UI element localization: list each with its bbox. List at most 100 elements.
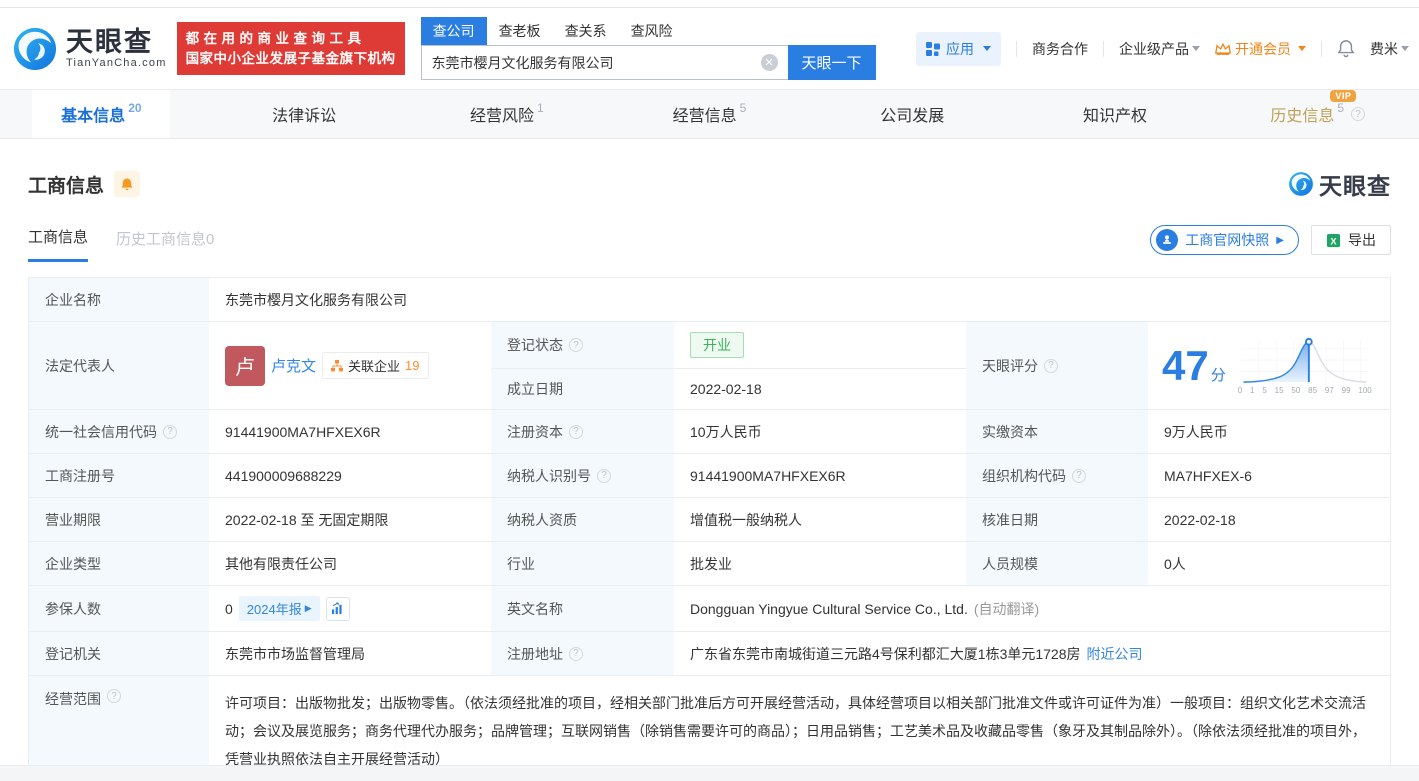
help-icon[interactable] xyxy=(1072,469,1086,483)
notification-bell-icon[interactable] xyxy=(1337,39,1355,58)
official-snapshot-button[interactable]: 工商官网快照 ▶ xyxy=(1150,225,1299,255)
related-companies-badge[interactable]: 关联企业 19 xyxy=(322,352,428,379)
subtab-history-business-info[interactable]: 历史工商信息0 xyxy=(116,228,214,261)
tab-company-development-inner: 公司发展 xyxy=(862,90,962,138)
nav-user-menu[interactable]: 费米 xyxy=(1370,39,1409,59)
help-icon[interactable] xyxy=(1351,107,1365,121)
reg-number-value: 441900009688229 xyxy=(209,454,491,497)
tab-operating-info[interactable]: 经营信息 5 xyxy=(608,90,811,138)
credit-code-label: 统一社会信用代码 xyxy=(29,410,209,453)
search-button[interactable]: 天眼一下 xyxy=(788,45,876,80)
tab-legal[interactable]: 法律诉讼 xyxy=(203,90,406,138)
table-row: 工商注册号 441900009688229 纳税人识别号 91441900MA7… xyxy=(29,454,1390,498)
tab-operating-risk-inner: 经营风险 1 xyxy=(452,90,562,138)
tick: 5 xyxy=(1262,386,1266,395)
tab-basic-info[interactable]: 基本信息 20 xyxy=(0,90,203,138)
tab-label: 经营信息 xyxy=(673,102,737,126)
search-input[interactable] xyxy=(421,45,788,80)
site-logo[interactable]: 天眼查 TianYanCha.com xyxy=(12,26,167,72)
search-tab-relation[interactable]: 查关系 xyxy=(553,17,619,45)
reg-capital-label: 注册资本 xyxy=(491,410,674,453)
nav-open-vip[interactable]: 开通会员 xyxy=(1215,39,1306,59)
score-value: 47分 xyxy=(1148,322,1390,409)
help-icon[interactable] xyxy=(569,338,583,352)
export-button[interactable]: X 导出 xyxy=(1311,225,1391,255)
tick: 15 xyxy=(1275,386,1284,395)
help-icon[interactable] xyxy=(569,425,583,439)
apps-menu[interactable]: 应用 xyxy=(916,32,1001,66)
help-icon[interactable] xyxy=(597,469,611,483)
help-icon[interactable] xyxy=(107,689,121,703)
credit-code-label-text: 统一社会信用代码 xyxy=(45,422,157,442)
industry-value: 批发业 xyxy=(674,542,966,585)
official-snapshot-label: 工商官网快照 xyxy=(1185,230,1269,250)
english-name-text: Dongguan Yingyue Cultural Service Co., L… xyxy=(690,601,968,617)
tab-history-info[interactable]: 历史信息 VIP 5 xyxy=(1216,90,1419,138)
org-code-label-text: 组织机构代码 xyxy=(982,466,1066,486)
tab-history-info-inner: 历史信息 VIP 5 xyxy=(1252,90,1383,138)
nearby-companies-link[interactable]: 附近公司 xyxy=(1087,644,1143,664)
nav-cooperation[interactable]: 商务合作 xyxy=(1032,39,1088,59)
company-type-label: 企业类型 xyxy=(29,542,209,585)
tab-operating-risk[interactable]: 经营风险 1 xyxy=(405,90,608,138)
score-curve xyxy=(1236,336,1374,386)
nav-enterprise[interactable]: 企业级产品 xyxy=(1119,39,1200,59)
industry-label: 行业 xyxy=(491,542,674,585)
clear-search-icon[interactable] xyxy=(761,54,778,71)
tick: 0 xyxy=(1238,386,1242,395)
tab-intellectual-property[interactable]: 知识产权 xyxy=(1014,90,1217,138)
help-icon[interactable] xyxy=(569,647,583,661)
paid-capital-value: 9万人民币 xyxy=(1148,410,1390,453)
legal-rep-label: 法定代表人 xyxy=(29,322,209,409)
legal-rep-avatar[interactable]: 卢 xyxy=(225,346,265,386)
reg-status-label-text: 登记状态 xyxy=(507,335,563,355)
promo-line1: 都在用的商业查询工具 xyxy=(186,29,396,49)
tab-operating-info-inner: 经营信息 5 xyxy=(655,90,765,138)
arrow-right-icon: ▶ xyxy=(1276,235,1284,246)
tab-label: 经营风险 xyxy=(470,102,534,126)
insured-value: 0 2024年报 ▶ xyxy=(209,586,491,631)
tianyancha-logo-icon xyxy=(1288,171,1314,197)
table-row: 法定代表人 卢 卢克文 关联企业 19 登记状态 xyxy=(29,322,1390,410)
help-icon[interactable] xyxy=(1044,359,1058,373)
top-nav: 应用 商务合作 企业级产品 开通会员 费米 xyxy=(916,32,1409,66)
search-tab-company[interactable]: 查公司 xyxy=(421,17,487,45)
divider xyxy=(1016,41,1017,57)
crown-icon xyxy=(1215,42,1231,56)
related-companies-count: 19 xyxy=(405,358,419,373)
tick: 50 xyxy=(1291,386,1300,395)
table-row: 登记机关 东莞市市场监督管理局 注册地址 广东省东莞市南城街道三元路4号保利都汇… xyxy=(29,632,1390,676)
search-tab-boss[interactable]: 查老板 xyxy=(487,17,553,45)
establish-date-value: 2022-02-18 xyxy=(674,369,966,409)
reg-address-value: 广东省东莞市南城街道三元路4号保利都汇大厦1栋3单元1728房 附近公司 xyxy=(674,632,1390,675)
legal-rep-value: 卢 卢克文 关联企业 19 xyxy=(209,322,491,409)
tick: 97 xyxy=(1325,386,1334,395)
annual-report-badge[interactable]: 2024年报 ▶ xyxy=(239,596,320,621)
establish-date-label: 成立日期 xyxy=(491,369,674,409)
stamp-icon xyxy=(1156,229,1178,251)
tick: 85 xyxy=(1308,386,1317,395)
staff-size-label: 人员规模 xyxy=(966,542,1148,585)
tab-company-development[interactable]: 公司发展 xyxy=(811,90,1014,138)
company-type-value: 其他有限责任公司 xyxy=(209,542,491,585)
company-name-value: 东莞市樱月文化服务有限公司 xyxy=(209,278,1390,321)
business-info-subtabs: 工商信息 历史工商信息0 工商官网快照 ▶ X 导出 xyxy=(28,225,1391,263)
reg-address-label: 注册地址 xyxy=(491,632,674,675)
monitor-bell-icon[interactable] xyxy=(114,171,140,197)
english-name-value: Dongguan Yingyue Cultural Service Co., L… xyxy=(674,586,1390,631)
tab-intellectual-property-inner: 知识产权 xyxy=(1065,90,1165,138)
tianyancha-watermark: 天眼查 xyxy=(1288,167,1391,201)
search-tab-risk[interactable]: 查风险 xyxy=(619,17,685,45)
help-icon[interactable] xyxy=(163,425,177,439)
table-row: 企业名称 东莞市樱月文化服务有限公司 xyxy=(29,278,1390,322)
chevron-down-icon xyxy=(1401,46,1409,51)
trend-chart-icon[interactable] xyxy=(326,597,350,621)
chevron-down-icon xyxy=(983,46,991,51)
tianyancha-logo-icon xyxy=(12,26,58,72)
business-term-label: 营业期限 xyxy=(29,498,209,541)
org-code-value: MA7HFXEX-6 xyxy=(1148,454,1390,497)
nav-open-vip-label: 开通会员 xyxy=(1235,39,1291,59)
legal-rep-name-link[interactable]: 卢克文 xyxy=(271,355,316,376)
related-companies-label: 关联企业 xyxy=(348,356,400,375)
subtab-business-info[interactable]: 工商信息 xyxy=(28,226,88,262)
